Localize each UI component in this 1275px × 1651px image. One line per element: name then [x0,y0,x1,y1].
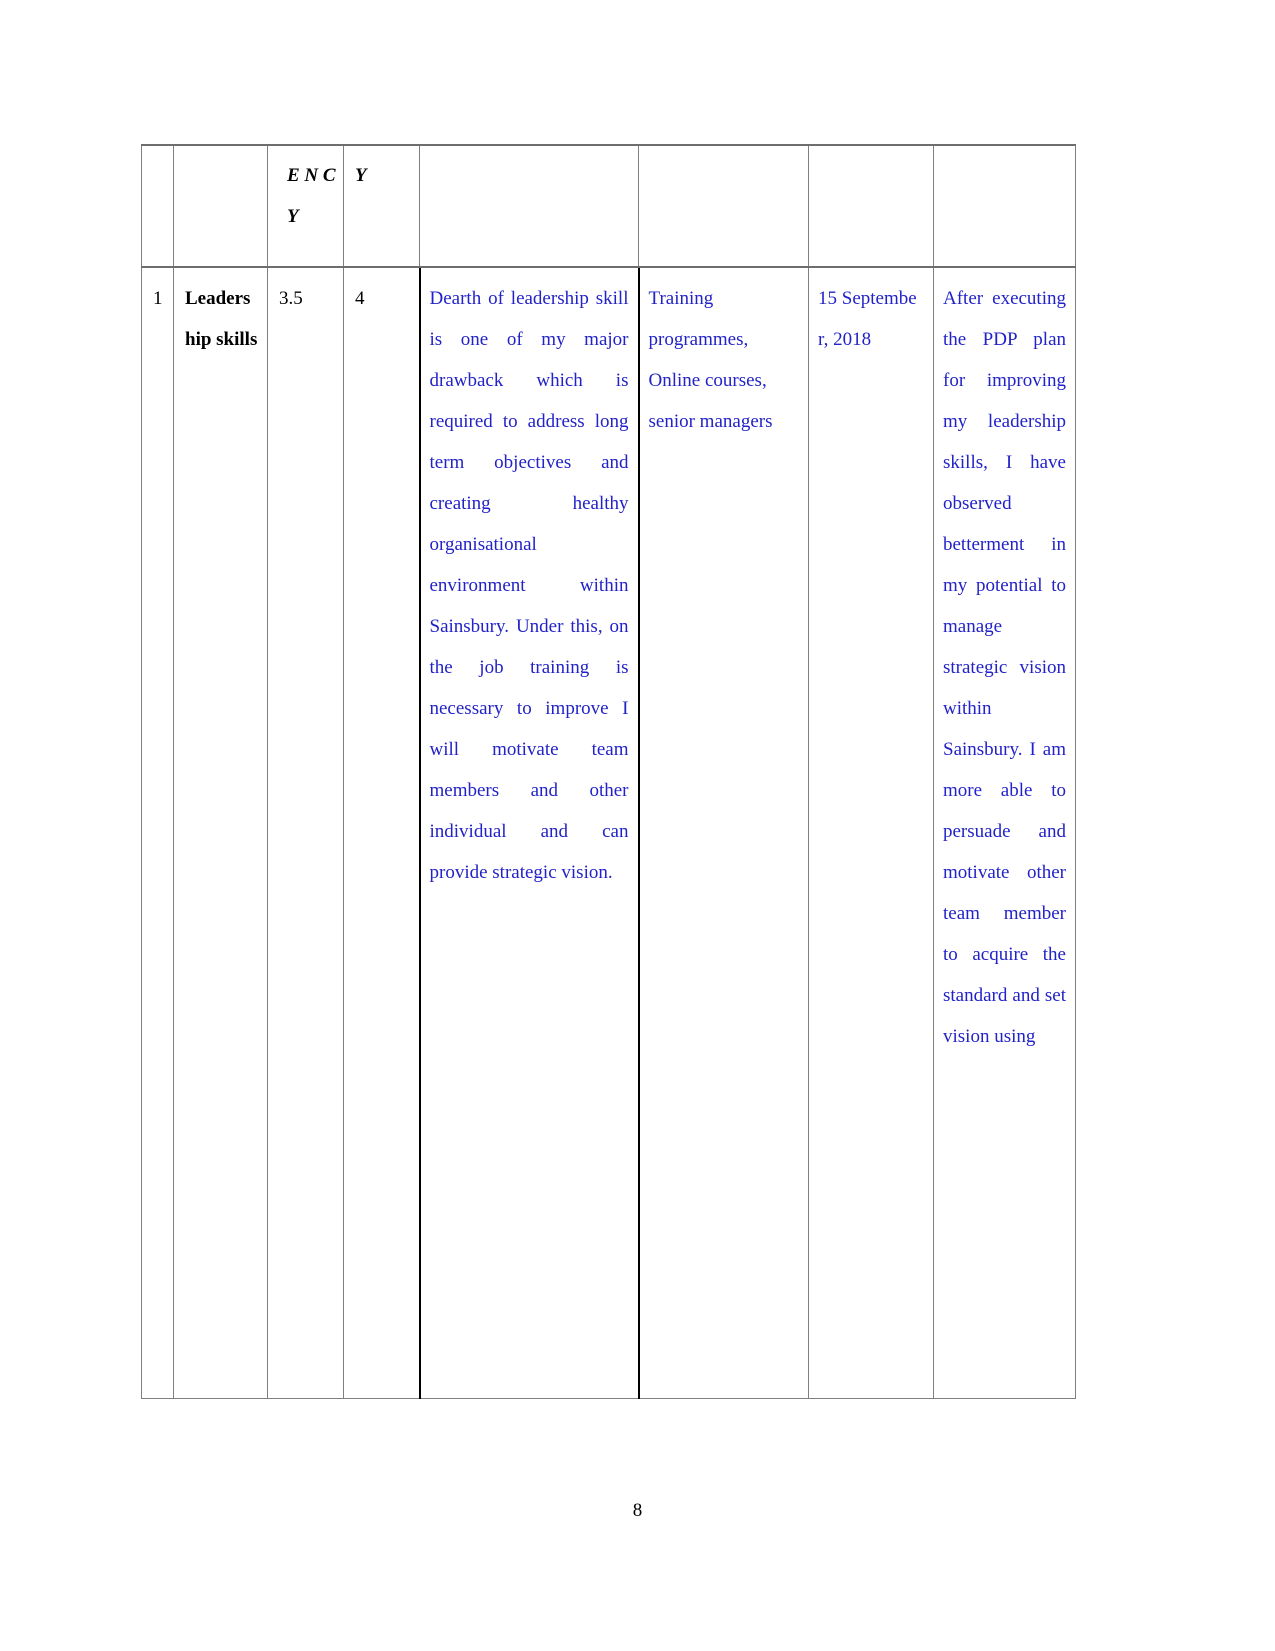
pdp-table-container: E N CY Y 1 Leadership skills 3.5 4 Deart… [141,144,1076,1399]
cell-outcome: After executing the PDP plan for improvi… [933,266,1076,1399]
development-opportunity-value: Dearth of leadership skill is one of my … [429,288,629,883]
header-cell-outcome [933,144,1076,268]
header-cell-skill [173,144,268,268]
header-target-date-text [809,146,933,155]
header-target-level-text: Y [355,165,367,186]
target-date-value: 15 September, 2018 [818,288,917,350]
cell-skill: Leadership skills [173,266,268,1399]
header-development-opportunity-text [420,146,638,155]
header-competency-text: E N CY [287,165,336,227]
current-level-value: 3.5 [279,288,303,309]
outcome-value: After executing the PDP plan for improvi… [943,288,1066,1047]
header-outcome-text [934,146,1075,155]
document-page: E N CY Y 1 Leadership skills 3.5 4 Deart… [0,0,1275,1651]
cell-resources: Training programmes, Online courses, sen… [638,266,809,1399]
target-level-value: 4 [355,288,365,309]
header-cell-target-date [808,144,934,268]
header-skill-text [174,146,267,155]
cell-sl-no: 1 [141,266,174,1399]
resources-value: Training programmes, Online courses, sen… [648,288,773,432]
page-number: 8 [632,1500,643,1521]
header-cell-development-opportunity [419,144,639,268]
table-row: 1 Leadership skills 3.5 4 Dearth of lead… [141,266,1076,1399]
pdp-table: E N CY Y 1 Leadership skills 3.5 4 Deart… [141,144,1076,1399]
header-cell-sl-no [141,144,174,268]
cell-target-level: 4 [343,266,421,1399]
sl-no-value: 1 [153,288,163,309]
header-cell-competency: E N CY [267,144,344,268]
cell-current-level: 3.5 [267,266,344,1399]
header-sl-no-text [142,146,173,155]
cell-development-opportunity: Dearth of leadership skill is one of my … [418,266,640,1399]
header-cell-target-level: Y [343,144,420,268]
table-header-row: E N CY Y [141,144,1076,268]
header-cell-resources [638,144,809,268]
header-resources-text [639,146,808,155]
skill-value: Leadership skills [185,288,258,350]
cell-target-date: 15 September, 2018 [808,266,934,1399]
